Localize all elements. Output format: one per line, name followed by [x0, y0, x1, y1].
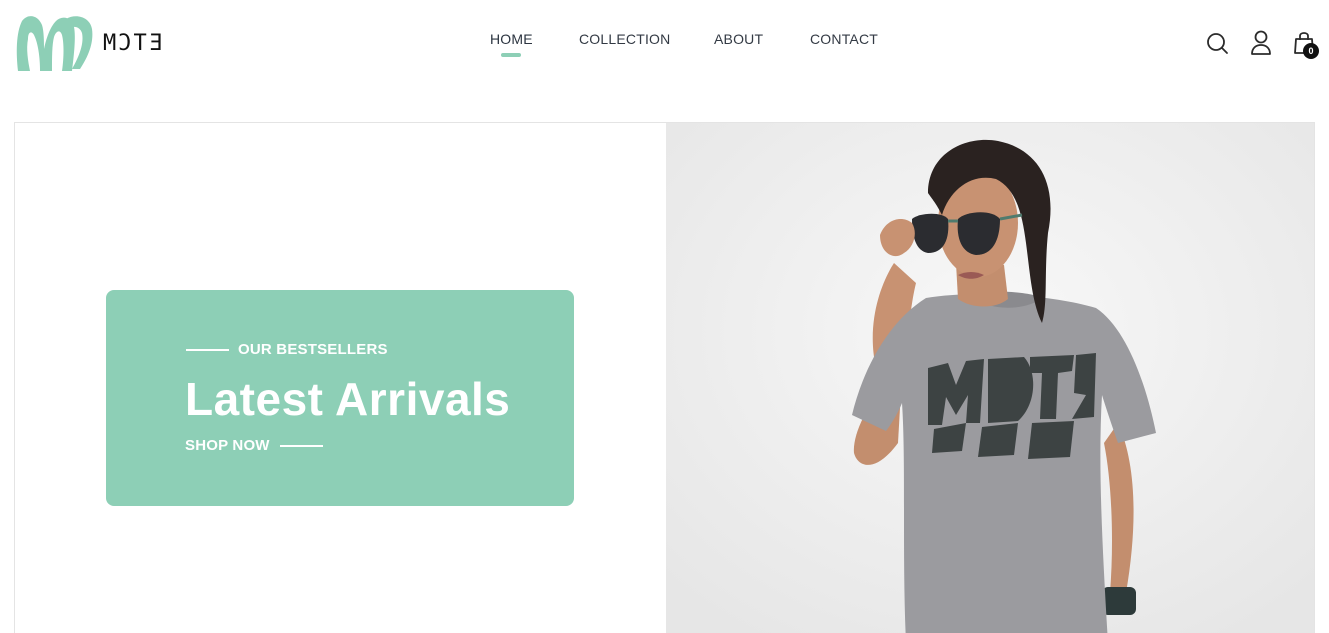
cart-count-badge: 0: [1303, 43, 1319, 59]
model-illustration: [666, 123, 1314, 633]
hero-eyebrow: OUR BESTSELLERS: [238, 341, 388, 358]
hero-title: Latest Arrivals: [185, 373, 511, 425]
shop-now-link[interactable]: SHOP NOW: [185, 437, 270, 454]
promo-card: OUR BESTSELLERS Latest Arrivals SHOP NOW: [106, 290, 574, 506]
site-header: MƆTƎ HOME COLLECTION ABOUT CONTACT 0: [0, 0, 1329, 88]
search-icon[interactable]: [1205, 29, 1231, 57]
user-icon[interactable]: [1249, 29, 1275, 57]
header-actions: [0, 29, 1329, 59]
hero-banner: OUR BESTSELLERS Latest Arrivals SHOP NOW: [14, 122, 1315, 633]
cta-divider: [280, 445, 323, 447]
eyebrow-divider: [186, 349, 229, 351]
hero-model-image: [666, 123, 1314, 633]
